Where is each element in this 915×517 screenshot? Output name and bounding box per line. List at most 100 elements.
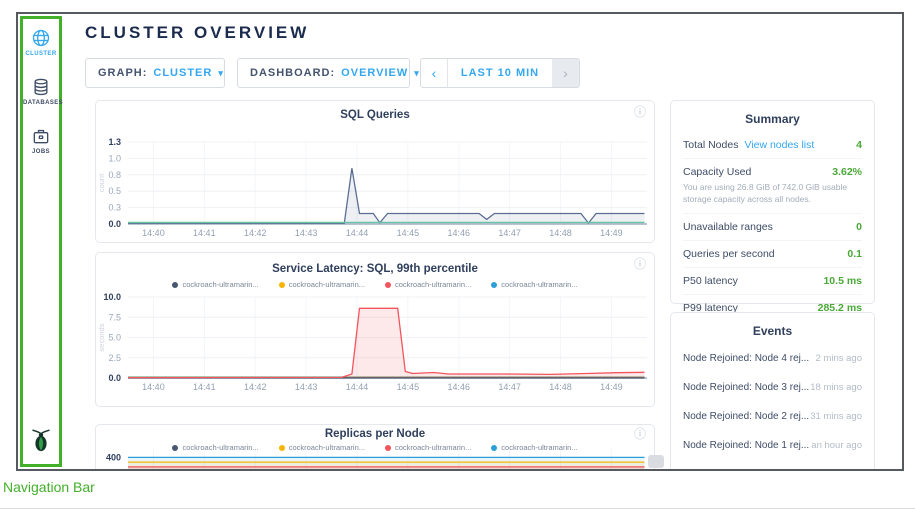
svg-text:14:46: 14:46 <box>447 228 470 238</box>
divider <box>0 508 915 509</box>
svg-text:14:49: 14:49 <box>600 382 623 392</box>
legend-item[interactable]: cockroach-ultramarin... <box>279 280 365 289</box>
svg-text:400: 400 <box>106 452 121 462</box>
graph-dropdown[interactable]: GRAPH: CLUSTER ▾ <box>85 58 225 88</box>
sidebar-item-label: CLUSTER <box>23 51 59 57</box>
database-icon <box>23 77 59 97</box>
time-window-selector: ‹ LAST 10 MIN › <box>420 58 580 88</box>
event-row[interactable]: Node Rejoined: Node 3 rej... 18 mins ago <box>683 373 862 402</box>
svg-text:5.0: 5.0 <box>108 333 121 343</box>
svg-text:14:42: 14:42 <box>244 382 267 392</box>
event-row[interactable]: Node Rejoined: Node 4 rej... an hour ago <box>683 460 862 471</box>
legend-item[interactable]: cockroach-ultramarin... <box>385 443 471 452</box>
event-text: Node Rejoined: Node 3 rej... <box>683 382 809 393</box>
svg-text:10.0: 10.0 <box>103 292 121 302</box>
time-range-label[interactable]: LAST 10 MIN <box>448 59 552 87</box>
summary-label: Capacity Used <box>683 166 751 178</box>
svg-text:14:47: 14:47 <box>498 382 521 392</box>
service-latency-chart[interactable]: 0.02.55.07.510.014:4014:4114:4214:4314:4… <box>96 253 654 406</box>
chevron-down-icon: ▾ <box>414 68 420 79</box>
legend-label: cockroach-ultramarin... <box>501 280 577 289</box>
legend-label: cockroach-ultramarin... <box>395 443 471 452</box>
legend-dot-icon <box>491 445 497 451</box>
summary-label: P50 latency <box>683 275 738 287</box>
sidebar-item-cluster[interactable]: CLUSTER <box>23 28 59 57</box>
legend-item[interactable]: cockroach-ultramarin... <box>491 443 577 452</box>
capacity-note: You are using 26.8 GiB of 742.0 GiB usab… <box>683 182 862 213</box>
event-row[interactable]: Node Rejoined: Node 2 rej... 31 mins ago <box>683 402 862 431</box>
legend-dot-icon <box>491 282 497 288</box>
legend-item[interactable]: cockroach-ultramarin... <box>279 443 365 452</box>
chart-legend: cockroach-ultramarin... cockroach-ultrama… <box>96 280 654 289</box>
sidebar-item-label: JOBS <box>23 149 59 155</box>
svg-text:2.5: 2.5 <box>108 353 121 363</box>
summary-value: 4 <box>856 139 862 151</box>
legend-dot-icon <box>385 282 391 288</box>
briefcase-icon <box>23 126 59 146</box>
legend-item[interactable]: cockroach-ultramarin... <box>172 280 258 289</box>
svg-text:count: count <box>97 173 106 192</box>
event-time: 18 mins ago <box>810 382 862 393</box>
event-text: Node Rejoined: Node 4 rej... <box>683 353 809 364</box>
svg-text:14:43: 14:43 <box>295 382 318 392</box>
time-prev-button[interactable]: ‹ <box>421 59 448 87</box>
chart-legend: cockroach-ultramarin... cockroach-ultrama… <box>96 443 654 452</box>
summary-label: Total Nodes <box>683 139 738 151</box>
dashboard-dropdown[interactable]: DASHBOARD: OVERVIEW ▾ <box>237 58 410 88</box>
legend-item[interactable]: cockroach-ultramarin... <box>491 280 577 289</box>
svg-text:14:40: 14:40 <box>142 228 165 238</box>
summary-row-total-nodes: Total Nodes View nodes list 4 <box>683 132 862 158</box>
info-icon[interactable]: ⓘ <box>634 258 646 270</box>
legend-dot-icon <box>172 445 178 451</box>
legend-label: cockroach-ultramarin... <box>182 443 258 452</box>
annotation-label: Navigation Bar <box>3 479 95 495</box>
svg-text:14:47: 14:47 <box>498 228 521 238</box>
svg-text:14:43: 14:43 <box>295 228 318 238</box>
legend-label: cockroach-ultramarin... <box>289 280 365 289</box>
sql-queries-chart[interactable]: 0.00.30.50.81.01.314:4014:4114:4214:4314… <box>96 101 654 242</box>
chart-card-replicas-per-node: 40014:4014:4114:4214:4314:4414:4514:4614… <box>95 424 655 471</box>
svg-text:14:44: 14:44 <box>346 228 369 238</box>
legend-label: cockroach-ultramarin... <box>395 280 471 289</box>
legend-item[interactable]: cockroach-ultramarin... <box>172 443 258 452</box>
svg-text:14:42: 14:42 <box>244 228 267 238</box>
legend-dot-icon <box>385 445 391 451</box>
svg-text:14:41: 14:41 <box>193 382 216 392</box>
svg-text:14:44: 14:44 <box>346 382 369 392</box>
graph-dropdown-label: GRAPH: <box>98 67 147 79</box>
sidebar-item-databases[interactable]: DATABASES <box>23 77 59 106</box>
event-row[interactable]: Node Rejoined: Node 4 rej... 2 mins ago <box>683 344 862 373</box>
legend-label: cockroach-ultramarin... <box>501 443 577 452</box>
graph-dropdown-value: CLUSTER <box>153 67 212 79</box>
svg-text:1.3: 1.3 <box>108 137 121 147</box>
page-title: CLUSTER OVERVIEW <box>85 23 309 43</box>
svg-text:0.0: 0.0 <box>108 373 121 383</box>
svg-text:0.5: 0.5 <box>108 186 121 196</box>
legend-label: cockroach-ultramarin... <box>289 443 365 452</box>
svg-text:14:45: 14:45 <box>397 228 420 238</box>
legend-item[interactable]: cockroach-ultramarin... <box>385 280 471 289</box>
event-row[interactable]: Node Rejoined: Node 1 rej... an hour ago <box>683 431 862 460</box>
chart-title: SQL Queries <box>96 109 654 121</box>
svg-text:0.3: 0.3 <box>108 203 121 213</box>
view-nodes-list-link[interactable]: View nodes list <box>744 139 814 151</box>
summary-row-capacity: Capacity Used 3.62% <box>683 158 862 185</box>
sidebar-item-label: DATABASES <box>23 100 59 106</box>
cockroachdb-logo[interactable] <box>23 427 59 458</box>
info-icon[interactable]: ⓘ <box>634 106 646 118</box>
svg-text:14:41: 14:41 <box>193 228 216 238</box>
legend-label: cockroach-ultramarin... <box>182 280 258 289</box>
app-screenshot-frame: CLUSTER DATABASES JOBS <box>16 12 904 471</box>
event-time: 2 mins ago <box>816 353 862 364</box>
time-next-button[interactable]: › <box>552 59 579 87</box>
summary-panel: Summary Total Nodes View nodes list 4 Ca… <box>670 100 875 304</box>
info-icon[interactable]: ⓘ <box>634 428 646 440</box>
summary-title: Summary <box>683 101 862 132</box>
events-panel: Events Node Rejoined: Node 4 rej... 2 mi… <box>670 312 875 471</box>
scrollbar-thumb[interactable] <box>648 455 664 468</box>
svg-text:14:48: 14:48 <box>549 382 572 392</box>
event-time: an hour ago <box>811 440 862 451</box>
sidebar-item-jobs[interactable]: JOBS <box>23 126 59 155</box>
events-title: Events <box>683 313 862 344</box>
summary-value: 0 <box>856 221 862 233</box>
